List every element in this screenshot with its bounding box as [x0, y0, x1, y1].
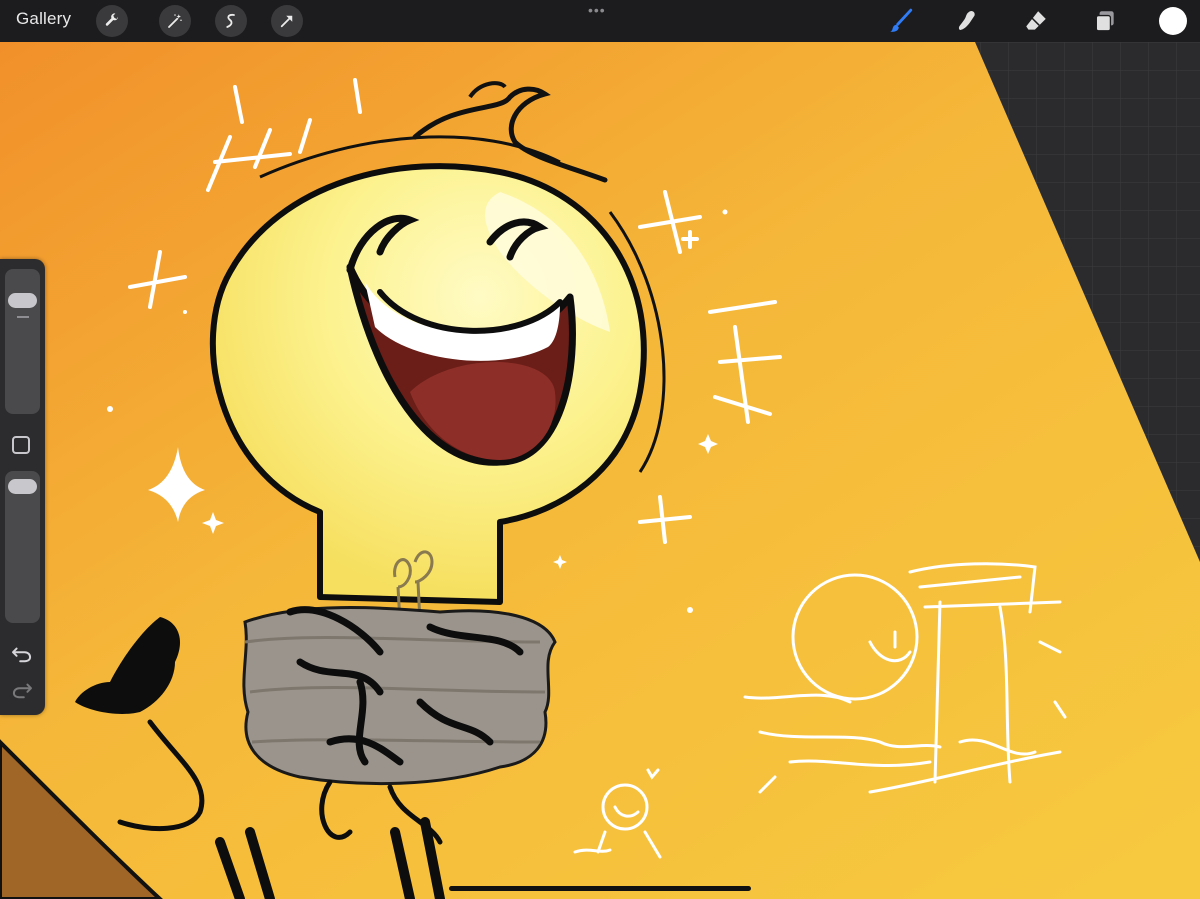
adjustments-button[interactable] — [159, 5, 191, 37]
undo-icon[interactable] — [11, 645, 33, 663]
selection-icon — [226, 13, 235, 28]
side-toolbar — [0, 259, 45, 715]
brush-size-thumb[interactable] — [8, 293, 37, 308]
drawing-canvas[interactable] — [0, 42, 1200, 899]
color-picker-button[interactable] — [1159, 7, 1187, 35]
smudge-icon — [958, 10, 975, 30]
brush-icon — [890, 8, 913, 32]
brush-size-marker — [17, 316, 29, 318]
eraser-tool-button[interactable] — [1021, 6, 1051, 36]
home-indicator[interactable] — [449, 886, 751, 891]
redo-icon[interactable] — [11, 681, 33, 699]
transform-arrow-icon — [280, 15, 293, 28]
opacity-slider[interactable] — [5, 471, 40, 623]
smudge-tool-button[interactable] — [953, 6, 983, 36]
artwork — [0, 42, 1200, 899]
brush-tool-button[interactable] — [886, 6, 916, 36]
magic-wand-icon — [168, 14, 182, 28]
brush-size-slider[interactable] — [5, 269, 40, 414]
gallery-button[interactable]: Gallery — [16, 9, 71, 29]
selection-button[interactable] — [215, 5, 247, 37]
wrench-icon — [105, 13, 119, 26]
square-modify-icon[interactable] — [12, 436, 30, 454]
layers-icon — [1095, 11, 1114, 32]
actions-button[interactable] — [96, 5, 128, 37]
layers-button[interactable] — [1090, 6, 1120, 36]
eraser-icon — [1026, 11, 1046, 30]
transform-button[interactable] — [271, 5, 303, 37]
top-toolbar: Gallery ••• — [0, 0, 1200, 42]
more-handle[interactable]: ••• — [588, 3, 606, 17]
opacity-thumb[interactable] — [8, 479, 37, 494]
